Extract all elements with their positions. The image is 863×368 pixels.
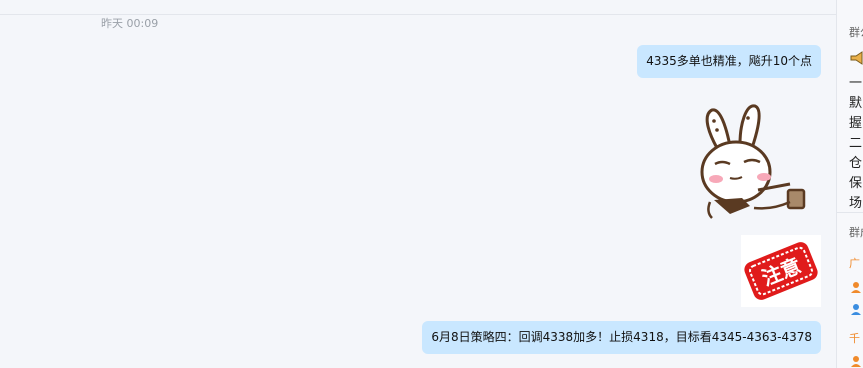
notice-line: 默 <box>849 96 863 111</box>
notice-title: 群公告 <box>849 26 863 39</box>
chat-top-border <box>0 0 836 15</box>
megaphone-icon <box>850 50 863 65</box>
rabbit-sticker-drawing <box>700 104 806 219</box>
chat-panel: 昨天 00:09 4335多单也精准，飚升10个点 注意 6月8日策略四：回调4… <box>0 0 836 368</box>
member-owner-icon <box>850 278 862 293</box>
member-admin-icon <box>850 300 862 315</box>
notice-line: 仓 <box>849 156 863 171</box>
notice-line: 一 <box>849 76 863 91</box>
notice-line: 场 <box>849 196 863 211</box>
stamp-sticker[interactable]: 注意 <box>741 235 821 307</box>
message-bubble[interactable]: 4335多单也精准，飚升10个点 <box>637 45 821 78</box>
sidebar-divider <box>837 212 863 213</box>
stamp-sticker-drawing: 注意 <box>744 242 818 300</box>
group-info-sidebar: 群公告 一 默 握 二 仓 保 场 群成员 广 千 <box>836 0 863 368</box>
notice-line: 握 <box>849 116 863 131</box>
notice-line: 二 <box>849 136 863 151</box>
message-timestamp: 昨天 00:09 <box>101 17 159 30</box>
rabbit-sticker[interactable] <box>692 100 816 224</box>
member-name[interactable]: 千 <box>849 330 860 346</box>
message-bubble[interactable]: 6月8日策略四：回调4338加多！止损4318，目标看4345-4363-437… <box>422 321 821 354</box>
members-title: 群成员 <box>849 226 863 239</box>
member-name[interactable]: 广 <box>849 255 860 271</box>
member-owner-icon <box>850 352 862 367</box>
notice-line: 保 <box>849 176 863 191</box>
